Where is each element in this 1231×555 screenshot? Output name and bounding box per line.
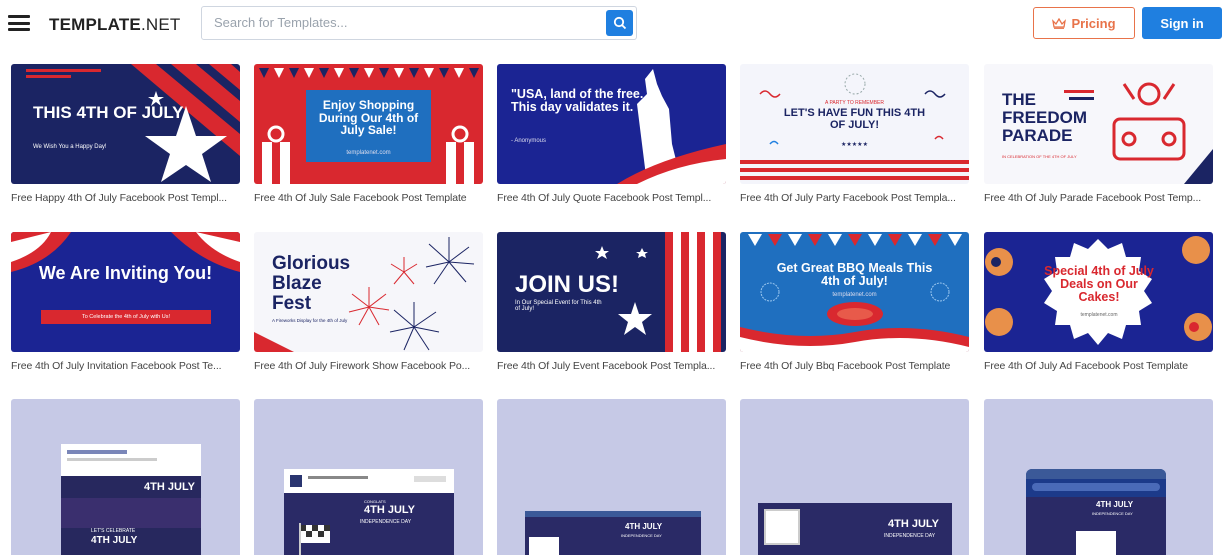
thumb-title: 4TH JULY bbox=[625, 522, 663, 531]
template-thumbnail[interactable]: We Are Inviting You! To Celebrate the 4t… bbox=[11, 232, 240, 352]
card-caption[interactable]: Free 4th Of July Sale Facebook Post Temp… bbox=[254, 192, 483, 204]
thumb-subtitle: To Celebrate the 4th of July with Us! bbox=[81, 314, 171, 320]
template-card[interactable]: 4TH JULY INDEPENDENCE DAY bbox=[984, 399, 1213, 555]
card-caption[interactable]: Free 4th Of July Invitation Facebook Pos… bbox=[11, 360, 240, 372]
search-box bbox=[201, 6, 637, 40]
thumb-title: "USA, land of the free. This day validat… bbox=[511, 87, 644, 115]
thumb-subtitle: IN CELEBRATION OF THE 4TH OF JULY bbox=[1002, 154, 1077, 159]
card-caption[interactable]: Free 4th Of July Ad Facebook Post Templa… bbox=[984, 360, 1213, 372]
thumb-subtitle: INDEPENDENCE DAY bbox=[621, 533, 662, 538]
template-card[interactable]: 4TH JULY INDEPENDENCE DAY bbox=[740, 399, 969, 555]
thumb-subtitle: INDEPENDENCE DAY bbox=[884, 533, 936, 539]
thumb-title: 4TH JULY bbox=[1096, 500, 1134, 509]
template-thumbnail[interactable]: A PARTY TO REMEMBER LET'S HAVE FUN THIS … bbox=[740, 64, 969, 184]
template-thumbnail[interactable]: 4TH JULY INDEPENDENCE DAY bbox=[497, 399, 726, 555]
phone-mockup: 4TH JULY INDEPENDENCE DAY bbox=[1026, 469, 1166, 555]
template-card[interactable]: JOIN US! In Our Special Event for This 4… bbox=[497, 232, 726, 372]
template-thumbnail[interactable]: Glorious Blaze Fest A Fireworks Display … bbox=[254, 232, 483, 352]
template-card[interactable]: Glorious Blaze Fest A Fireworks Display … bbox=[254, 232, 483, 372]
thumb-title: 4TH JULY bbox=[888, 518, 939, 530]
site-header: TEMPLATE.NET Pricing Sign in bbox=[0, 0, 1231, 50]
thumb-subtitle: We Wish You a Happy Day! bbox=[33, 144, 107, 150]
template-thumbnail[interactable]: THE FREEDOM PARADE IN CELEBRATION OF THE… bbox=[984, 64, 1213, 184]
thumb-subtitle: templatenet.com bbox=[1080, 312, 1118, 318]
card-caption[interactable]: Free 4th Of July Event Facebook Post Tem… bbox=[497, 360, 726, 372]
template-card[interactable]: 4TH JULY LET'S CELEBRATE 4TH JULY bbox=[11, 399, 240, 555]
thumb-title-repeat: 4TH JULY bbox=[91, 535, 138, 546]
template-thumbnail[interactable]: JOIN US! In Our Special Event for This 4… bbox=[497, 232, 726, 352]
thumb-subtitle: In Our Special Event for This 4th of Jul… bbox=[515, 300, 602, 312]
card-caption[interactable]: Free 4th Of July Bbq Facebook Post Templ… bbox=[740, 360, 969, 372]
thumb-title: JOIN US! bbox=[515, 271, 620, 298]
thumb-subtitle: - Anonymous bbox=[511, 138, 547, 144]
thumb-kicker: A PARTY TO REMEMBER bbox=[825, 100, 884, 106]
template-card[interactable]: THE FREEDOM PARADE IN CELEBRATION OF THE… bbox=[984, 64, 1213, 204]
thumb-title: Enjoy Shopping During Our 4th of July Sa… bbox=[318, 98, 419, 138]
card-caption[interactable]: Free 4th Of July Parade Facebook Post Te… bbox=[984, 192, 1213, 204]
thumb-title: Special 4th of July Deals on Our Cakes! bbox=[1044, 264, 1154, 305]
site-logo[interactable]: TEMPLATE.NET bbox=[49, 15, 180, 35]
template-card[interactable]: Get Great BBQ Meals This 4th of July! te… bbox=[740, 232, 969, 372]
template-card[interactable]: Enjoy Shopping During Our 4th of July Sa… bbox=[254, 64, 483, 204]
sign-in-button[interactable]: Sign in bbox=[1142, 7, 1222, 39]
flag-wave-graphic bbox=[11, 232, 240, 324]
template-card[interactable]: 4TH JULY INDEPENDENCE DAY bbox=[497, 399, 726, 555]
template-card[interactable]: THIS 4TH OF JULY We Wish You a Happy Day… bbox=[11, 64, 240, 204]
card-caption[interactable]: Free 4th Of July Firework Show Facebook … bbox=[254, 360, 483, 372]
template-thumbnail[interactable]: Enjoy Shopping During Our 4th of July Sa… bbox=[254, 64, 483, 184]
checkered-flag-icon bbox=[299, 523, 330, 555]
pricing-button[interactable]: Pricing bbox=[1033, 7, 1135, 39]
template-thumbnail[interactable]: THIS 4TH OF JULY We Wish You a Happy Day… bbox=[11, 64, 240, 184]
facebook-post-mockup: CONGLATS 4TH JULY INDEPENDENCE DAY bbox=[284, 469, 454, 555]
template-card[interactable]: CONGLATS 4TH JULY INDEPENDENCE DAY bbox=[254, 399, 483, 555]
template-thumbnail[interactable]: Get Great BBQ Meals This 4th of July! te… bbox=[740, 232, 969, 352]
thumb-title: THIS 4TH OF JULY bbox=[33, 103, 184, 122]
thumb-title: 4TH JULY bbox=[364, 504, 415, 516]
thumb-title: Glorious Blaze Fest bbox=[272, 253, 351, 314]
thumb-title: LET'S HAVE FUN THIS 4TH OF JULY! bbox=[783, 107, 926, 131]
card-caption[interactable]: Free Happy 4th Of July Facebook Post Tem… bbox=[11, 192, 240, 204]
thumb-subtitle: LET'S CELEBRATE bbox=[91, 528, 136, 534]
statue-graphic bbox=[617, 69, 726, 184]
template-thumbnail[interactable]: Special 4th of July Deals on Our Cakes! … bbox=[984, 232, 1213, 352]
thumb-title: We Are Inviting You! bbox=[38, 263, 213, 283]
thumb-title: 4TH JULY bbox=[144, 481, 195, 493]
search-button[interactable] bbox=[606, 10, 633, 36]
thumb-subtitle: templatenet.com bbox=[832, 292, 877, 298]
card-caption[interactable]: Free 4th Of July Party Facebook Post Tem… bbox=[740, 192, 969, 204]
template-thumbnail[interactable]: 4TH JULY INDEPENDENCE DAY bbox=[740, 399, 969, 555]
template-thumbnail[interactable]: 4TH JULY LET'S CELEBRATE 4TH JULY bbox=[11, 399, 240, 555]
facebook-post-mockup: 4TH JULY LET'S CELEBRATE 4TH JULY bbox=[61, 444, 201, 555]
thumb-title: THE FREEDOM PARADE bbox=[1002, 90, 1087, 145]
crown-icon bbox=[1052, 17, 1067, 29]
facebook-page-mockup: 4TH JULY INDEPENDENCE DAY bbox=[525, 511, 701, 555]
stripes-graphic bbox=[26, 64, 240, 182]
template-thumbnail[interactable]: 4TH JULY INDEPENDENCE DAY bbox=[984, 399, 1213, 555]
thumb-subtitle: A Fireworks Display for the 4th of July bbox=[272, 318, 348, 323]
search-icon bbox=[613, 16, 626, 30]
thumb-subtitle: INDEPENDENCE DAY bbox=[1092, 511, 1133, 516]
card-caption[interactable]: Free 4th Of July Quote Facebook Post Tem… bbox=[497, 192, 726, 204]
template-card[interactable]: We Are Inviting You! To Celebrate the 4t… bbox=[11, 232, 240, 372]
template-thumbnail[interactable]: CONGLATS 4TH JULY INDEPENDENCE DAY bbox=[254, 399, 483, 555]
template-card[interactable]: Special 4th of July Deals on Our Cakes! … bbox=[984, 232, 1213, 372]
hamburger-menu-icon[interactable] bbox=[8, 15, 30, 31]
thumb-subtitle: templatenet.com bbox=[346, 150, 391, 156]
search-input[interactable] bbox=[214, 15, 594, 30]
template-thumbnail[interactable]: "USA, land of the free. This day validat… bbox=[497, 64, 726, 184]
template-card[interactable]: "USA, land of the free. This day validat… bbox=[497, 64, 726, 204]
thumb-title: Get Great BBQ Meals This 4th of July! bbox=[776, 261, 933, 289]
thumb-subtitle: ★★★★★ bbox=[841, 142, 868, 148]
thumb-subtitle: INDEPENDENCE DAY bbox=[360, 519, 412, 525]
template-card[interactable]: A PARTY TO REMEMBER LET'S HAVE FUN THIS … bbox=[740, 64, 969, 204]
facebook-page-mockup: 4TH JULY INDEPENDENCE DAY bbox=[758, 503, 952, 555]
